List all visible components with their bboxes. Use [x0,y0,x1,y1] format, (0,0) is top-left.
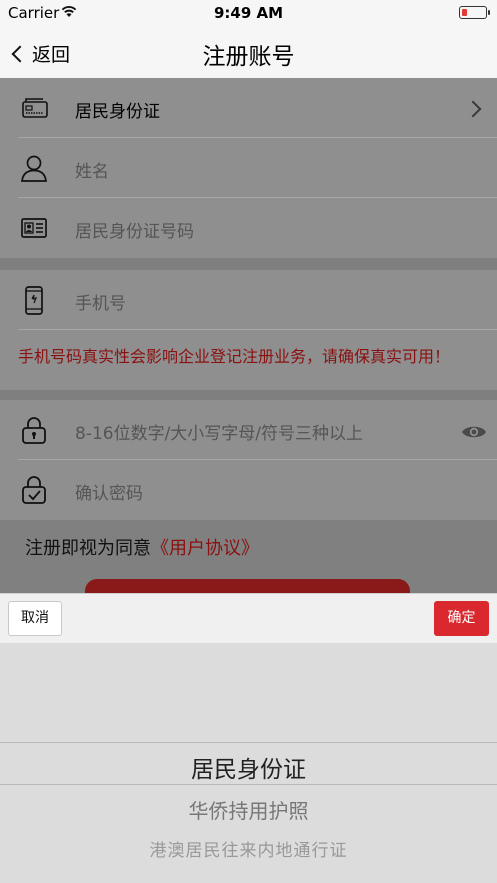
battery-low-icon [459,6,490,19]
section-separator [0,390,497,400]
agreement-text: 注册即视为同意《用户协议》 [25,534,259,560]
form-overlay: 居民身份证 姓名 居民身份证号码 手机号 手机号码真实性会影响企业登记注册业务，… [0,78,497,593]
page-title: 注册账号 [202,44,295,70]
id-type-value: 居民身份证 [75,102,160,122]
id-type-picker[interactable]: 居民身份证 华侨持用护照 港澳居民往来内地通行证 [0,643,497,883]
phone-warning-text: 手机号码真实性会影响企业登记注册业务，请确保真实可用！ [18,347,451,366]
person-icon [21,155,47,182]
id-number-input[interactable]: 居民身份证号码 [75,217,194,242]
lock-check-icon [22,476,46,504]
register-button[interactable] [85,579,410,593]
id-number-row[interactable]: 居民身份证号码 [0,198,497,258]
lock-icon [22,417,46,444]
status-bar: Carrier 9:49 AM [0,0,497,26]
picker-option[interactable]: 华侨持用护照 [0,795,497,824]
picker-option[interactable]: 居民身份证 [0,750,497,784]
picker-option[interactable]: 港澳居民往来内地通行证 [0,836,497,861]
eye-icon[interactable] [461,424,487,440]
phone-row[interactable]: 手机号 [0,270,497,330]
picker-toolbar: 取消 确定 [0,593,497,643]
cancel-button[interactable]: 取消 [8,601,62,636]
confirm-password-row[interactable]: 确认密码 [0,460,497,520]
picker-selection-top-line [0,742,497,743]
chevron-right-icon [464,100,482,118]
divider [18,329,497,330]
picker-selection-bottom-line [0,784,497,785]
phone-icon [25,286,43,315]
id-type-row[interactable]: 居民身份证 [0,78,497,138]
section-separator [0,258,497,270]
confirm-button[interactable]: 确定 [434,601,489,636]
name-row[interactable]: 姓名 [0,138,497,198]
password-row[interactable]: 8-16位数字/大小写字母/符号三种以上 [0,400,497,460]
user-agreement-link[interactable]: 《用户协议》 [151,538,259,559]
phone-input[interactable]: 手机号 [75,289,126,314]
clock: 9:49 AM [213,4,284,22]
nav-bar: 返回 注册账号 [0,26,497,78]
id-card-icon [22,98,48,118]
name-input[interactable]: 姓名 [75,157,109,182]
password-input[interactable]: 8-16位数字/大小写字母/符号三种以上 [75,419,363,444]
agreement-prefix: 注册即视为同意 [25,538,151,559]
confirm-password-input[interactable]: 确认密码 [75,479,143,504]
contact-card-icon [21,218,47,238]
